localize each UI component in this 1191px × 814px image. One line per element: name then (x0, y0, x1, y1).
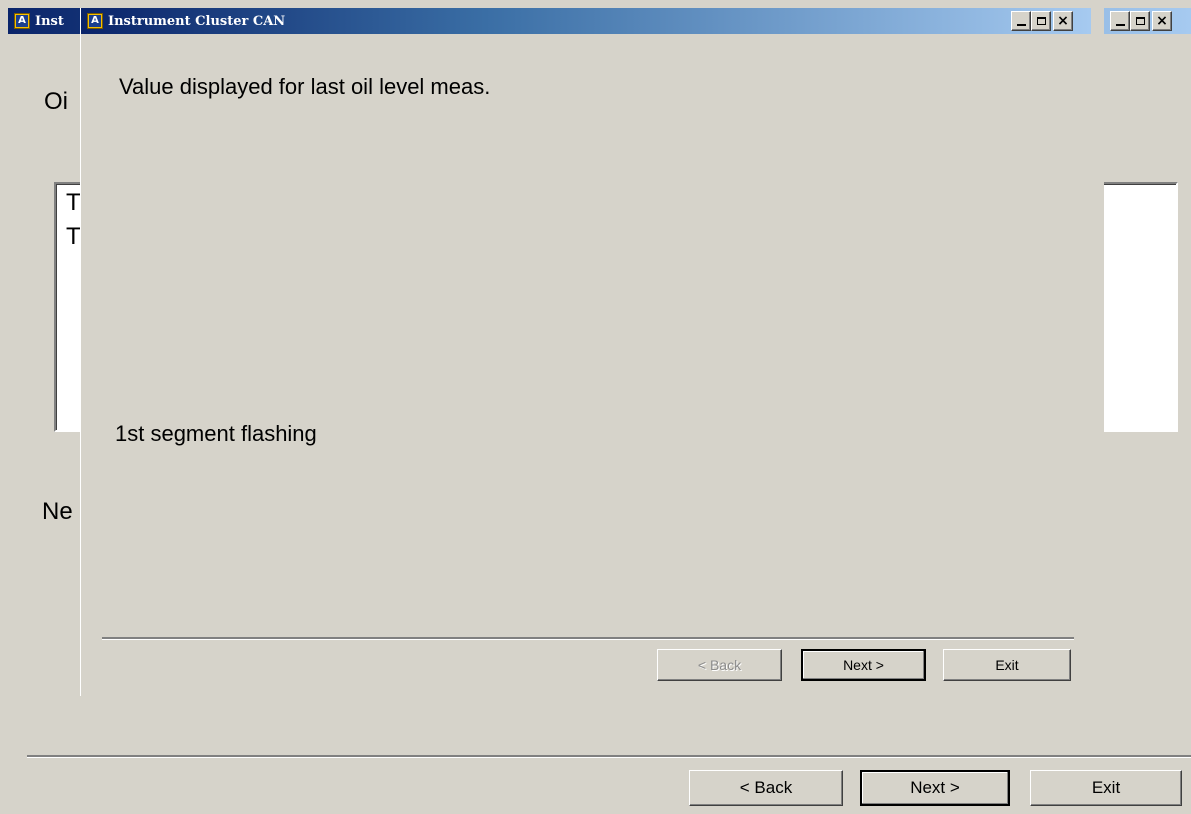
minimize-button[interactable] (1110, 11, 1130, 31)
background-window-controls: × (1110, 11, 1172, 31)
dialog-next-button[interactable]: Next > (801, 649, 926, 681)
minimize-button[interactable] (1011, 11, 1031, 31)
dialog-back-button[interactable]: < Back (657, 649, 782, 681)
background-back-button[interactable]: < Back (689, 770, 843, 806)
maximize-button[interactable] (1031, 11, 1051, 31)
dialog-prompt: Value displayed for last oil level meas. (119, 74, 491, 99)
close-icon: × (1057, 13, 1069, 29)
dialog-exit-button[interactable]: Exit (943, 649, 1071, 681)
maximize-icon (1135, 17, 1145, 25)
maximize-button[interactable] (1130, 11, 1150, 31)
maximize-icon (1036, 17, 1046, 25)
background-next-button[interactable]: Next > (860, 770, 1010, 806)
minimize-icon (1016, 24, 1026, 26)
dialog-title: Instrument Cluster CAN (108, 13, 286, 29)
app-logo-icon: A (87, 13, 103, 29)
list-item[interactable]: T (66, 189, 81, 217)
close-button[interactable]: × (1053, 11, 1073, 31)
dialog-divider (102, 637, 1074, 640)
list-item[interactable]: T (66, 223, 81, 251)
background-window-title: Inst (35, 13, 64, 29)
background-divider (27, 755, 1191, 758)
close-icon: × (1156, 13, 1168, 29)
minimize-icon (1115, 24, 1125, 26)
dialog-window-controls: × (1011, 11, 1073, 31)
dialog-answer: 1st segment flashing (115, 421, 317, 446)
background-next-label: Ne (42, 498, 73, 525)
close-button[interactable]: × (1152, 11, 1172, 31)
dialog-titlebar[interactable]: A Instrument Cluster CAN (81, 8, 1091, 34)
app-logo-icon: A (14, 13, 30, 29)
instrument-cluster-dialog: A Instrument Cluster CAN × Value display… (80, 8, 1104, 696)
background-heading: Oi (44, 88, 68, 115)
background-exit-button[interactable]: Exit (1030, 770, 1182, 806)
